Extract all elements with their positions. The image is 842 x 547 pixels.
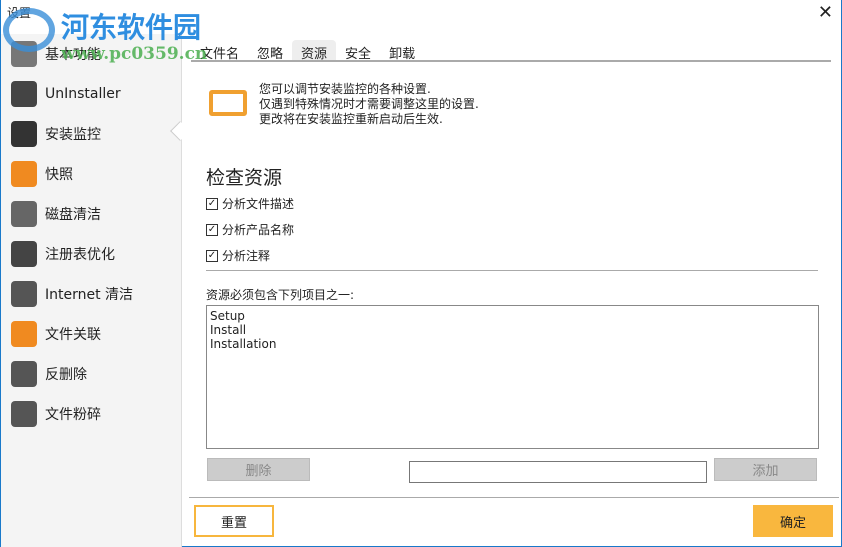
section-title: 检查资源 bbox=[206, 167, 283, 189]
sidebar-item-label: Internet 清洁 bbox=[45, 287, 134, 303]
sidebar-item[interactable]: 快照 bbox=[1, 154, 181, 194]
tab[interactable]: 安全 bbox=[336, 40, 380, 62]
checkbox-comments[interactable]: ✓ 分析注释 bbox=[206, 247, 270, 264]
sidebar-item[interactable]: Internet 清洁 bbox=[1, 274, 181, 314]
sidebar-item[interactable]: 反删除 bbox=[1, 354, 181, 394]
sidebar-item[interactable]: UnInstaller bbox=[1, 74, 181, 114]
checkbox-label: 分析产品名称 bbox=[222, 223, 295, 237]
tab[interactable]: 忽略 bbox=[248, 40, 292, 62]
checkbox-label: 分析文件描述 bbox=[222, 197, 295, 211]
window-title: 设置 bbox=[7, 6, 32, 20]
sidebar-item-label: 文件粉碎 bbox=[45, 407, 101, 423]
divider bbox=[206, 270, 818, 271]
delete-button[interactable]: 删除 bbox=[207, 458, 310, 481]
link-icon bbox=[11, 321, 37, 347]
sidebar-item-label: 注册表优化 bbox=[45, 247, 115, 263]
resource-list[interactable]: Setup Install Installation bbox=[206, 305, 819, 449]
tab[interactable]: 卸载 bbox=[380, 40, 424, 62]
undelete-icon bbox=[11, 361, 37, 387]
sidebar-item-label: 安装监控 bbox=[45, 127, 101, 143]
snapshot-icon bbox=[11, 161, 37, 187]
registry-icon bbox=[11, 241, 37, 267]
checkbox-product-name[interactable]: ✓ 分析产品名称 bbox=[206, 221, 294, 238]
sidebar-item[interactable]: 安装监控 bbox=[1, 114, 181, 154]
uninstaller-icon bbox=[11, 81, 37, 107]
info-line: 更改将在安装监控重新启动后生效. bbox=[259, 112, 443, 126]
disk-icon bbox=[11, 201, 37, 227]
sidebar-item[interactable]: 磁盘清洁 bbox=[1, 194, 181, 234]
sidebar-item[interactable]: 文件关联 bbox=[1, 314, 181, 354]
info-text: 您可以调节安装监控的各种设置. 仅遇到特殊情况时才需要调整这里的设置. 更改将在… bbox=[259, 82, 479, 127]
info-line: 仅遇到特殊情况时才需要调整这里的设置. bbox=[259, 97, 479, 111]
list-item[interactable]: Install bbox=[210, 323, 815, 337]
sidebar-item-label: 磁盘清洁 bbox=[45, 207, 101, 223]
checkbox-icon: ✓ bbox=[206, 223, 218, 236]
sidebar-item[interactable]: 注册表优化 bbox=[1, 234, 181, 274]
resource-input[interactable] bbox=[409, 461, 707, 483]
sidebar-item-label: 文件关联 bbox=[45, 327, 101, 343]
list-label: 资源必须包含下列项目之一: bbox=[206, 288, 355, 302]
sidebar-item[interactable]: 基本功能 bbox=[1, 34, 181, 74]
tab-bar: 文件名 忽略 资源 安全 卸载 bbox=[191, 40, 831, 62]
globe-icon bbox=[11, 281, 37, 307]
tab[interactable]: 资源 bbox=[292, 40, 337, 62]
close-button[interactable]: ✕ bbox=[818, 2, 833, 23]
monitor-icon bbox=[11, 121, 37, 147]
add-button[interactable]: 添加 bbox=[714, 458, 817, 481]
checkbox-label: 分析注释 bbox=[222, 249, 271, 263]
footer-divider bbox=[189, 497, 839, 498]
checkbox-file-description[interactable]: ✓ 分析文件描述 bbox=[206, 195, 294, 212]
checkbox-icon: ✓ bbox=[206, 249, 218, 262]
sidebar-item-label: 快照 bbox=[45, 167, 73, 183]
sidebar: 基本功能 UnInstaller 安装监控快照磁盘清洁注册表优化 Internet 清… bbox=[1, 34, 182, 547]
gear-icon bbox=[11, 41, 37, 67]
tab[interactable]: 文件名 bbox=[191, 40, 248, 62]
reset-button[interactable]: 重置 bbox=[194, 505, 274, 537]
sidebar-item-label: 反删除 bbox=[45, 367, 87, 383]
sidebar-item-label: 基本功能 bbox=[45, 47, 101, 63]
ok-button[interactable]: 确定 bbox=[753, 505, 833, 537]
install-monitor-settings-icon bbox=[209, 90, 247, 116]
list-item[interactable]: Installation bbox=[210, 337, 815, 351]
sidebar-item[interactable]: 文件粉碎 bbox=[1, 394, 181, 434]
shredder-icon bbox=[11, 401, 37, 427]
checkbox-icon: ✓ bbox=[206, 197, 218, 210]
list-item[interactable]: Setup bbox=[210, 309, 815, 323]
sidebar-item-label: UnInstaller bbox=[45, 86, 121, 102]
info-line: 您可以调节安装监控的各种设置. bbox=[259, 82, 431, 96]
